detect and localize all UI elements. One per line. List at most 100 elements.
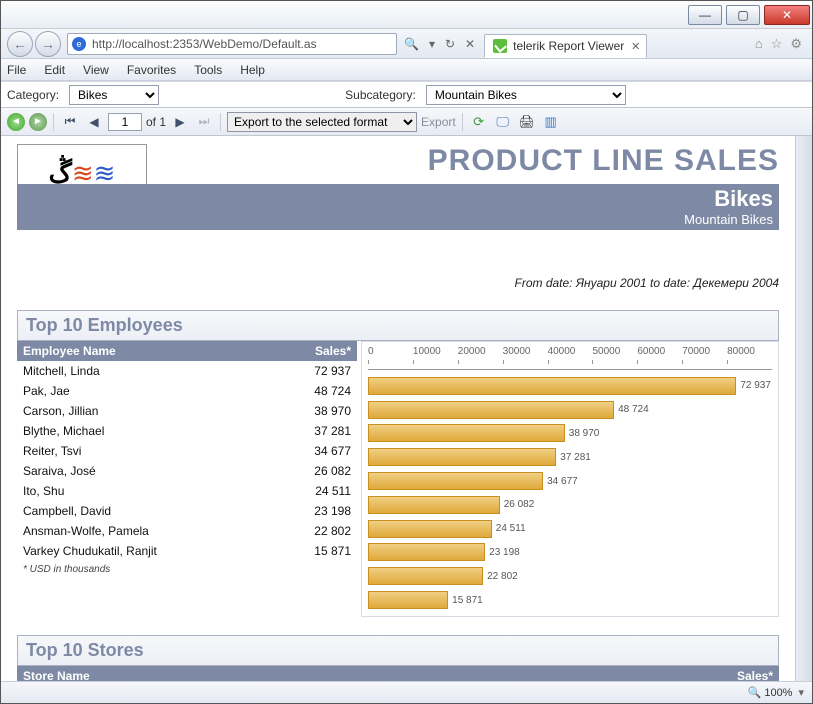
menu-tools[interactable]: Tools: [194, 63, 222, 77]
ie-favicon-icon: e: [72, 37, 86, 51]
chart-bar: [368, 567, 483, 585]
toggle-layout-icon[interactable]: ▥: [541, 112, 561, 132]
command-bar: ⌂ ☆ ⚙: [755, 36, 806, 52]
table-row: Saraiva, José26 082: [17, 461, 357, 481]
maximize-button[interactable]: ▢: [726, 5, 760, 25]
refresh-icon[interactable]: ↻: [442, 36, 458, 52]
forward-button[interactable]: →: [35, 31, 61, 57]
print-icon[interactable]: 🖨: [517, 112, 537, 132]
axis-tick: 70000: [682, 346, 727, 357]
tab-label: telerik Report Viewer: [513, 39, 624, 53]
employees-grid: Employee Name Sales* Mitchell, Linda72 9…: [17, 341, 779, 617]
band-subcategory: Mountain Bikes: [23, 212, 773, 227]
stop-icon[interactable]: ✕: [462, 36, 478, 52]
zoom-dropdown-icon[interactable]: ▾: [798, 686, 804, 699]
chart-bar-row: 34 677: [368, 469, 772, 493]
content-frame: Category: Bikes Subcategory: Mountain Bi…: [1, 81, 812, 703]
tab-close-icon[interactable]: ✕: [631, 40, 640, 53]
chart-bar: [368, 424, 565, 442]
col-sales: Sales*: [291, 344, 351, 358]
next-page-icon[interactable]: ▶: [170, 112, 190, 132]
employees-table: Employee Name Sales* Mitchell, Linda72 9…: [17, 341, 357, 617]
chart-bar-row: 38 970: [368, 422, 772, 446]
cell-employee-name: Carson, Jillian: [23, 404, 291, 418]
cell-sales: 72 937: [291, 364, 351, 378]
nav-forward-icon[interactable]: ►: [29, 113, 47, 131]
print-preview-icon[interactable]: 🖵: [493, 112, 513, 132]
export-button: Export: [421, 115, 456, 129]
refresh-report-icon[interactable]: ⟳: [469, 112, 489, 132]
nav-back-icon[interactable]: ◄: [7, 113, 25, 131]
back-button[interactable]: ←: [7, 31, 33, 57]
menu-edit[interactable]: Edit: [44, 63, 65, 77]
chart-bar-label: 34 677: [547, 476, 578, 487]
axis-tick: 50000: [592, 346, 637, 357]
table-row: Carson, Jillian38 970: [17, 401, 357, 421]
chart-bar-row: 22 802: [368, 564, 772, 588]
chart-bar-label: 26 082: [504, 499, 535, 510]
browser-tab[interactable]: telerik Report Viewer ✕: [484, 34, 647, 58]
menu-help[interactable]: Help: [240, 63, 265, 77]
cell-sales: 22 802: [291, 524, 351, 538]
cell-sales: 26 082: [291, 464, 351, 478]
menu-favorites[interactable]: Favorites: [127, 63, 176, 77]
category-select[interactable]: Bikes: [69, 85, 159, 105]
chart-bar-row: 26 082: [368, 493, 772, 517]
axis-tick: 10000: [413, 346, 458, 357]
menu-file[interactable]: File: [7, 63, 26, 77]
chart-bar-label: 37 281: [560, 452, 591, 463]
table-footnote: * USD in thousands: [17, 561, 357, 578]
page-number-input[interactable]: [108, 113, 142, 131]
cell-sales: 23 198: [291, 504, 351, 518]
close-button[interactable]: ✕: [764, 5, 810, 25]
subcategory-label: Subcategory:: [345, 88, 416, 102]
col-store-sales: Sales*: [713, 669, 773, 681]
url-input[interactable]: [90, 35, 396, 53]
cell-sales: 38 970: [291, 404, 351, 418]
chart-bar-row: 23 198: [368, 541, 772, 565]
cell-sales: 34 677: [291, 444, 351, 458]
last-page-icon: ⏭: [194, 112, 214, 132]
chart-bar: [368, 377, 736, 395]
tools-gear-icon[interactable]: ⚙: [790, 36, 802, 52]
chart-bar: [368, 472, 543, 490]
url-field-wrap: e: [67, 33, 397, 55]
report-body: ڴ≋≋ Adventure Works PRODUCT LINE SALES B…: [1, 136, 795, 681]
window-titlebar: — ▢ ✕: [1, 1, 812, 29]
zoom-icon[interactable]: 🔍: [748, 686, 762, 699]
section-top-stores: Top 10 Stores: [17, 635, 779, 666]
axis-tick: 30000: [503, 346, 548, 357]
menu-view[interactable]: View: [83, 63, 109, 77]
axis-tick: 80000: [727, 346, 772, 357]
report-band: Bikes Mountain Bikes: [17, 184, 779, 230]
subcategory-select[interactable]: Mountain Bikes: [426, 85, 626, 105]
stores-table-header: Store Name Sales*: [17, 666, 779, 681]
category-label: Category:: [7, 88, 59, 102]
chart-bar-row: 72 937: [368, 374, 772, 398]
favorites-icon[interactable]: ☆: [771, 36, 783, 52]
cell-employee-name: Campbell, David: [23, 504, 291, 518]
chart-bar: [368, 448, 556, 466]
home-icon[interactable]: ⌂: [755, 36, 763, 52]
section-top-employees: Top 10 Employees: [17, 310, 779, 341]
report-scroll-area[interactable]: ڴ≋≋ Adventure Works PRODUCT LINE SALES B…: [1, 136, 795, 681]
band-category: Bikes: [23, 186, 773, 212]
table-row: Pak, Jae48 724: [17, 381, 357, 401]
search-icon[interactable]: 🔍: [401, 36, 422, 52]
first-page-icon[interactable]: ⏮: [60, 112, 80, 132]
chart-bar-label: 72 937: [740, 380, 771, 391]
minimize-button[interactable]: —: [688, 5, 722, 25]
chart-bar: [368, 496, 500, 514]
logo-icon: ڴ≋≋: [49, 160, 116, 186]
vertical-scrollbar[interactable]: [795, 136, 812, 681]
chart-bar: [368, 401, 614, 419]
report-viewer-toolbar: ◄ ► ⏮ ◀ of 1 ▶ ⏭ Export to the selected …: [1, 108, 812, 136]
table-row: Mitchell, Linda72 937: [17, 361, 357, 381]
status-bar: 🔍 100% ▾: [1, 681, 812, 703]
prev-page-icon[interactable]: ◀: [84, 112, 104, 132]
chart-bar-label: 23 198: [489, 547, 520, 558]
table-row: Varkey Chudukatil, Ranjit15 871: [17, 541, 357, 561]
export-format-select[interactable]: Export to the selected format: [227, 112, 417, 132]
cell-sales: 37 281: [291, 424, 351, 438]
cell-employee-name: Reiter, Tsvi: [23, 444, 291, 458]
